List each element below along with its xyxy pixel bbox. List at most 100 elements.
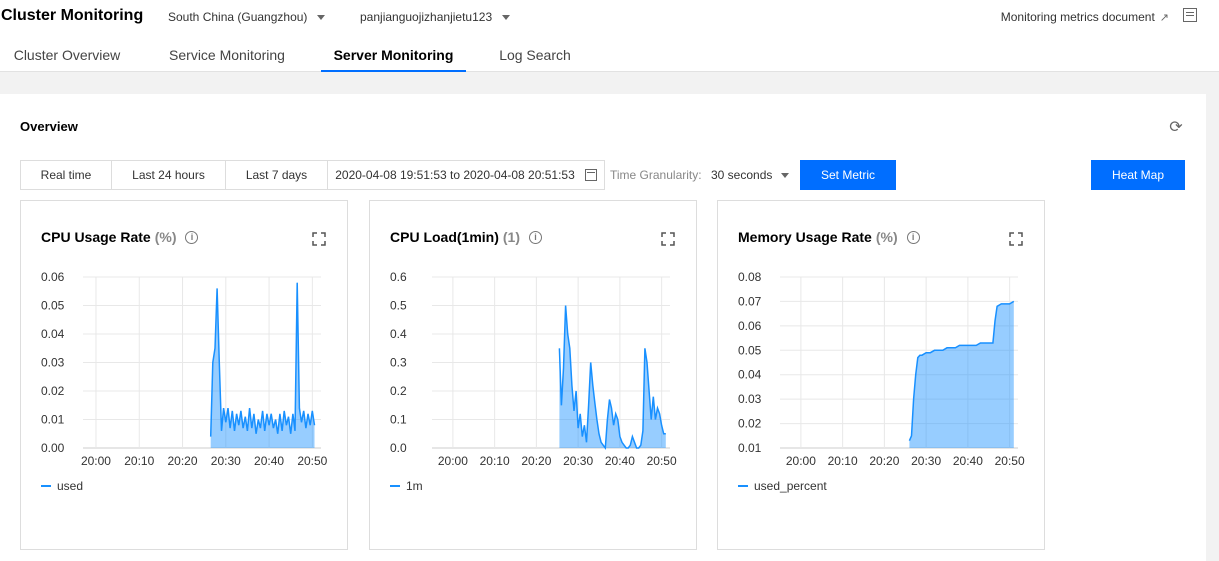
y-tick-label: 0.04 <box>41 327 65 341</box>
x-tick-label: 20:10 <box>480 454 510 468</box>
fullscreen-icon[interactable] <box>1009 232 1023 246</box>
legend-label: used_percent <box>754 479 827 493</box>
series-area <box>559 305 666 448</box>
chart-title-text: Memory Usage Rate <box>738 229 872 245</box>
overview-panel: Overview ⟳ Real time Last 24 hours Last … <box>0 94 1206 561</box>
chart-card-memory-usage: Memory Usage Rate (%) i 0.08 0.07 0.06 0.05… <box>717 200 1045 550</box>
cpu-load-chart: 0.6 0.5 0.4 0.3 0.2 0.1 0.0 20:00 20:10 20:20 20:3… <box>390 270 677 468</box>
y-tick-label: 0.02 <box>41 384 65 398</box>
y-tick-label: 0.6 <box>390 270 407 284</box>
legend-swatch <box>390 485 400 487</box>
monitoring-doc-link[interactable]: Monitoring metrics document ↗ <box>1001 10 1169 24</box>
chart-title: CPU Usage Rate (%) i <box>41 229 199 245</box>
y-tick-label: 0.06 <box>738 319 762 333</box>
cpu-usage-chart: 0.06 0.05 0.04 0.03 0.02 0.01 0.00 20:00 20:10 20… <box>41 270 328 468</box>
info-icon[interactable]: i <box>906 230 920 244</box>
chart-title-text: CPU Load(1min) <box>390 229 499 245</box>
x-tick-label: 20:10 <box>828 454 858 468</box>
legend-label: 1m <box>406 479 423 493</box>
set-metric-button[interactable]: Set Metric <box>800 160 896 190</box>
y-tick-label: 0.02 <box>738 417 762 431</box>
y-tick-label: 0.4 <box>390 327 407 341</box>
memory-usage-chart: 0.08 0.07 0.06 0.05 0.04 0.03 0.02 0.01 20:00 20:… <box>738 270 1025 468</box>
granularity-value: 30 seconds <box>711 168 773 182</box>
chevron-down-icon <box>781 172 790 178</box>
tab-log-search[interactable]: Log Search <box>486 40 584 72</box>
heat-map-button[interactable]: Heat Map <box>1091 160 1185 190</box>
x-tick-label: 20:20 <box>521 454 551 468</box>
top-bar: Cluster Monitoring South China (Guangzho… <box>0 0 1219 72</box>
x-tick-label: 20:20 <box>168 454 198 468</box>
chart-unit: (1) <box>502 229 521 245</box>
x-tick-label: 20:40 <box>254 454 284 468</box>
chart-unit: (%) <box>875 229 898 245</box>
y-tick-label: 0.0 <box>390 441 407 455</box>
chart-title: CPU Load(1min) (1) i <box>390 229 543 245</box>
x-tick-label: 20:00 <box>786 454 816 468</box>
y-tick-label: 0.01 <box>738 441 762 455</box>
x-tick-label: 20:30 <box>211 454 241 468</box>
doc-link-label: Monitoring metrics document <box>1000 10 1155 24</box>
external-link-icon: ↗ <box>1159 11 1169 24</box>
y-tick-label: 0.03 <box>41 356 65 370</box>
chart-title-text: CPU Usage Rate <box>41 229 151 245</box>
y-tick-label: 0.04 <box>738 368 762 382</box>
y-tick-label: 0.06 <box>41 270 65 284</box>
scrollbar[interactable] <box>1206 72 1219 561</box>
chart-legend[interactable]: used_percent <box>738 479 827 493</box>
y-tick-label: 0.08 <box>738 270 762 284</box>
x-tick-label: 20:00 <box>438 454 468 468</box>
time-range-group: Real time Last 24 hours Last 7 days 2020… <box>20 160 605 190</box>
chevron-down-icon <box>502 14 511 20</box>
last-7-days-button[interactable]: Last 7 days <box>226 161 328 189</box>
date-range-picker[interactable]: 2020-04-08 19:51:53 to 2020-04-08 20:51:… <box>328 161 604 189</box>
overview-title: Overview <box>20 119 78 134</box>
y-tick-label: 0.2 <box>390 384 407 398</box>
legend-swatch <box>738 485 748 487</box>
x-tick-label: 20:30 <box>563 454 593 468</box>
tab-service-monitoring[interactable]: Service Monitoring <box>154 40 300 72</box>
x-tick-label: 20:30 <box>911 454 941 468</box>
fullscreen-icon[interactable] <box>661 232 675 246</box>
x-tick-label: 20:50 <box>647 454 677 468</box>
y-tick-label: 0.00 <box>41 441 65 455</box>
last-24-hours-button[interactable]: Last 24 hours <box>112 161 226 189</box>
legend-swatch <box>41 485 51 487</box>
x-tick-label: 20:00 <box>81 454 111 468</box>
tab-server-monitoring[interactable]: Server Monitoring <box>321 40 466 72</box>
realtime-button[interactable]: Real time <box>21 161 112 189</box>
calendar-icon <box>584 169 597 181</box>
app-title: Cluster Monitoring <box>1 7 144 24</box>
y-tick-label: 0.07 <box>738 294 762 308</box>
date-range-value: 2020-04-08 19:51:53 to 2020-04-08 20:51:… <box>335 168 575 182</box>
granularity-select[interactable]: 30 seconds <box>711 168 790 182</box>
region-label: South China (Guangzhou) <box>168 10 308 24</box>
refresh-icon[interactable]: ⟳ <box>1168 120 1184 136</box>
info-icon[interactable]: i <box>185 230 199 244</box>
x-tick-label: 20:50 <box>995 454 1025 468</box>
chart-legend[interactable]: 1m <box>390 479 423 493</box>
x-tick-label: 20:40 <box>605 454 635 468</box>
y-tick-label: 0.05 <box>41 299 65 313</box>
y-tick-label: 0.1 <box>390 413 407 427</box>
x-tick-label: 20:50 <box>297 454 327 468</box>
cluster-selector[interactable]: panjianguojizhanjietu123 <box>360 10 511 24</box>
chart-legend[interactable]: used <box>41 479 83 493</box>
y-tick-label: 0.05 <box>738 343 762 357</box>
y-tick-label: 0.3 <box>390 356 407 370</box>
list-icon[interactable] <box>1183 8 1197 22</box>
y-tick-label: 0.5 <box>390 299 407 313</box>
chart-unit: (%) <box>154 229 177 245</box>
y-tick-label: 0.03 <box>738 392 762 406</box>
region-selector[interactable]: South China (Guangzhou) <box>168 10 326 24</box>
y-tick-label: 0.01 <box>41 413 65 427</box>
chart-title: Memory Usage Rate (%) i <box>738 229 920 245</box>
x-tick-label: 20:40 <box>953 454 983 468</box>
cluster-label: panjianguojizhanjietu123 <box>360 10 493 24</box>
legend-label: used <box>57 479 84 493</box>
info-icon[interactable]: i <box>529 230 543 244</box>
fullscreen-icon[interactable] <box>312 232 326 246</box>
tab-cluster-overview[interactable]: Cluster Overview <box>0 40 134 72</box>
x-tick-label: 20:10 <box>124 454 154 468</box>
chevron-down-icon <box>317 14 326 20</box>
